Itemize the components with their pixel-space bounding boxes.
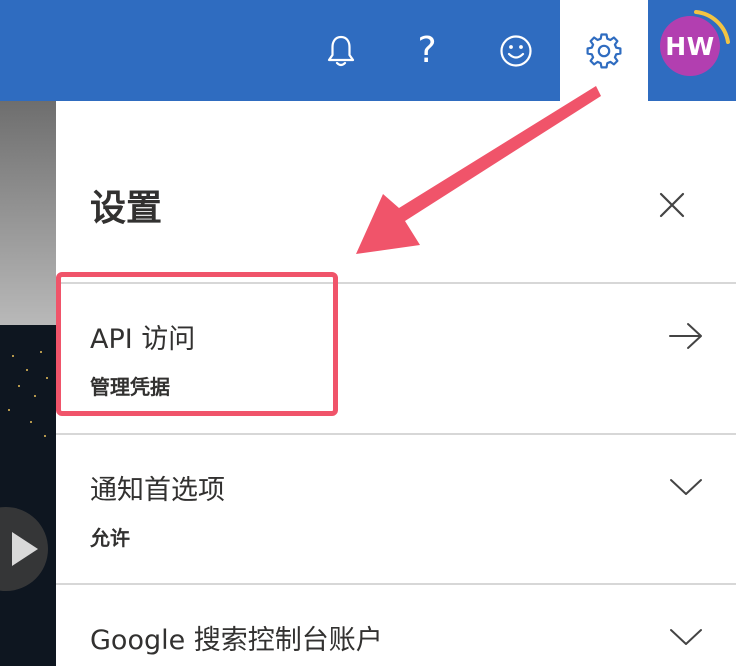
annotation-arrow <box>356 86 601 254</box>
